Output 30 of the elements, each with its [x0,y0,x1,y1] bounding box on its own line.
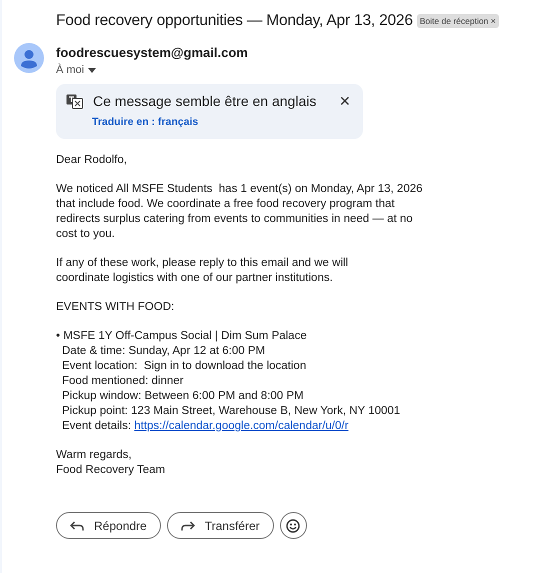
forward-icon [180,520,195,530]
avatar-icon [14,43,44,73]
event-detail: Pickup point: 123 Main Street, Warehouse B, New York, NY 10001 [61,404,402,419]
reply-icon [70,520,84,530]
event-detail: Event location: Sign in to download the location [61,359,308,374]
email-subject: Food recovery opportunities — Monday, Apr 13, 2026 [56,12,413,30]
event-title: • MSFE 1Y Off-Campus Social | Dim Sum Palace [56,329,308,344]
event-detail: Date & time: Sunday, Apr 12 at 6:00 PM [61,344,266,359]
event-detail: Pickup window: Between 6:00 PM and 8:00 PM [61,389,305,404]
emoji-reaction-button[interactable] [280,512,307,539]
smiley-icon [286,518,300,532]
sender-email: foodrescuesystem@gmail.com [56,45,248,60]
event-detail: Food mentioned: dinner [61,374,184,389]
event-detail-label: Event details: [62,420,132,432]
reply-button[interactable]: Répondre [56,512,161,539]
signoff-text: Warm regards, Food Recovery Team [56,448,166,478]
remove-label-button[interactable]: × [490,16,496,26]
section-heading: EVENTS WITH FOOD: [56,300,176,315]
forward-button[interactable]: Transférer [166,512,274,539]
greeting-text: Dear Rodolfo, [56,153,128,168]
label-chip: Boite de réception × [416,14,499,28]
body-paragraph: If any of these work, please reply to this email and we will coordinate logistics with one of our partner institutions. [56,256,350,286]
recipient-dropdown[interactable]: À moi [56,64,248,76]
body-paragraph: We noticed All MSFE Students has 1 event(s) on Monday, Apr 13, 2026 that include food. We coordinate a free food recovery program that redirects surplus catering from events to communities in need — at no cost to you. [56,182,424,242]
caret-icon [88,68,96,72]
translate-icon [66,94,83,108]
calendar-link[interactable]: https://calendar.google.com/calendar/u/0/r [134,420,348,432]
translate-message: Ce message semble être en anglais [93,93,318,109]
close-button[interactable]: ✕ [339,93,351,109]
translate-link[interactable]: Traduire en : français [92,116,198,128]
